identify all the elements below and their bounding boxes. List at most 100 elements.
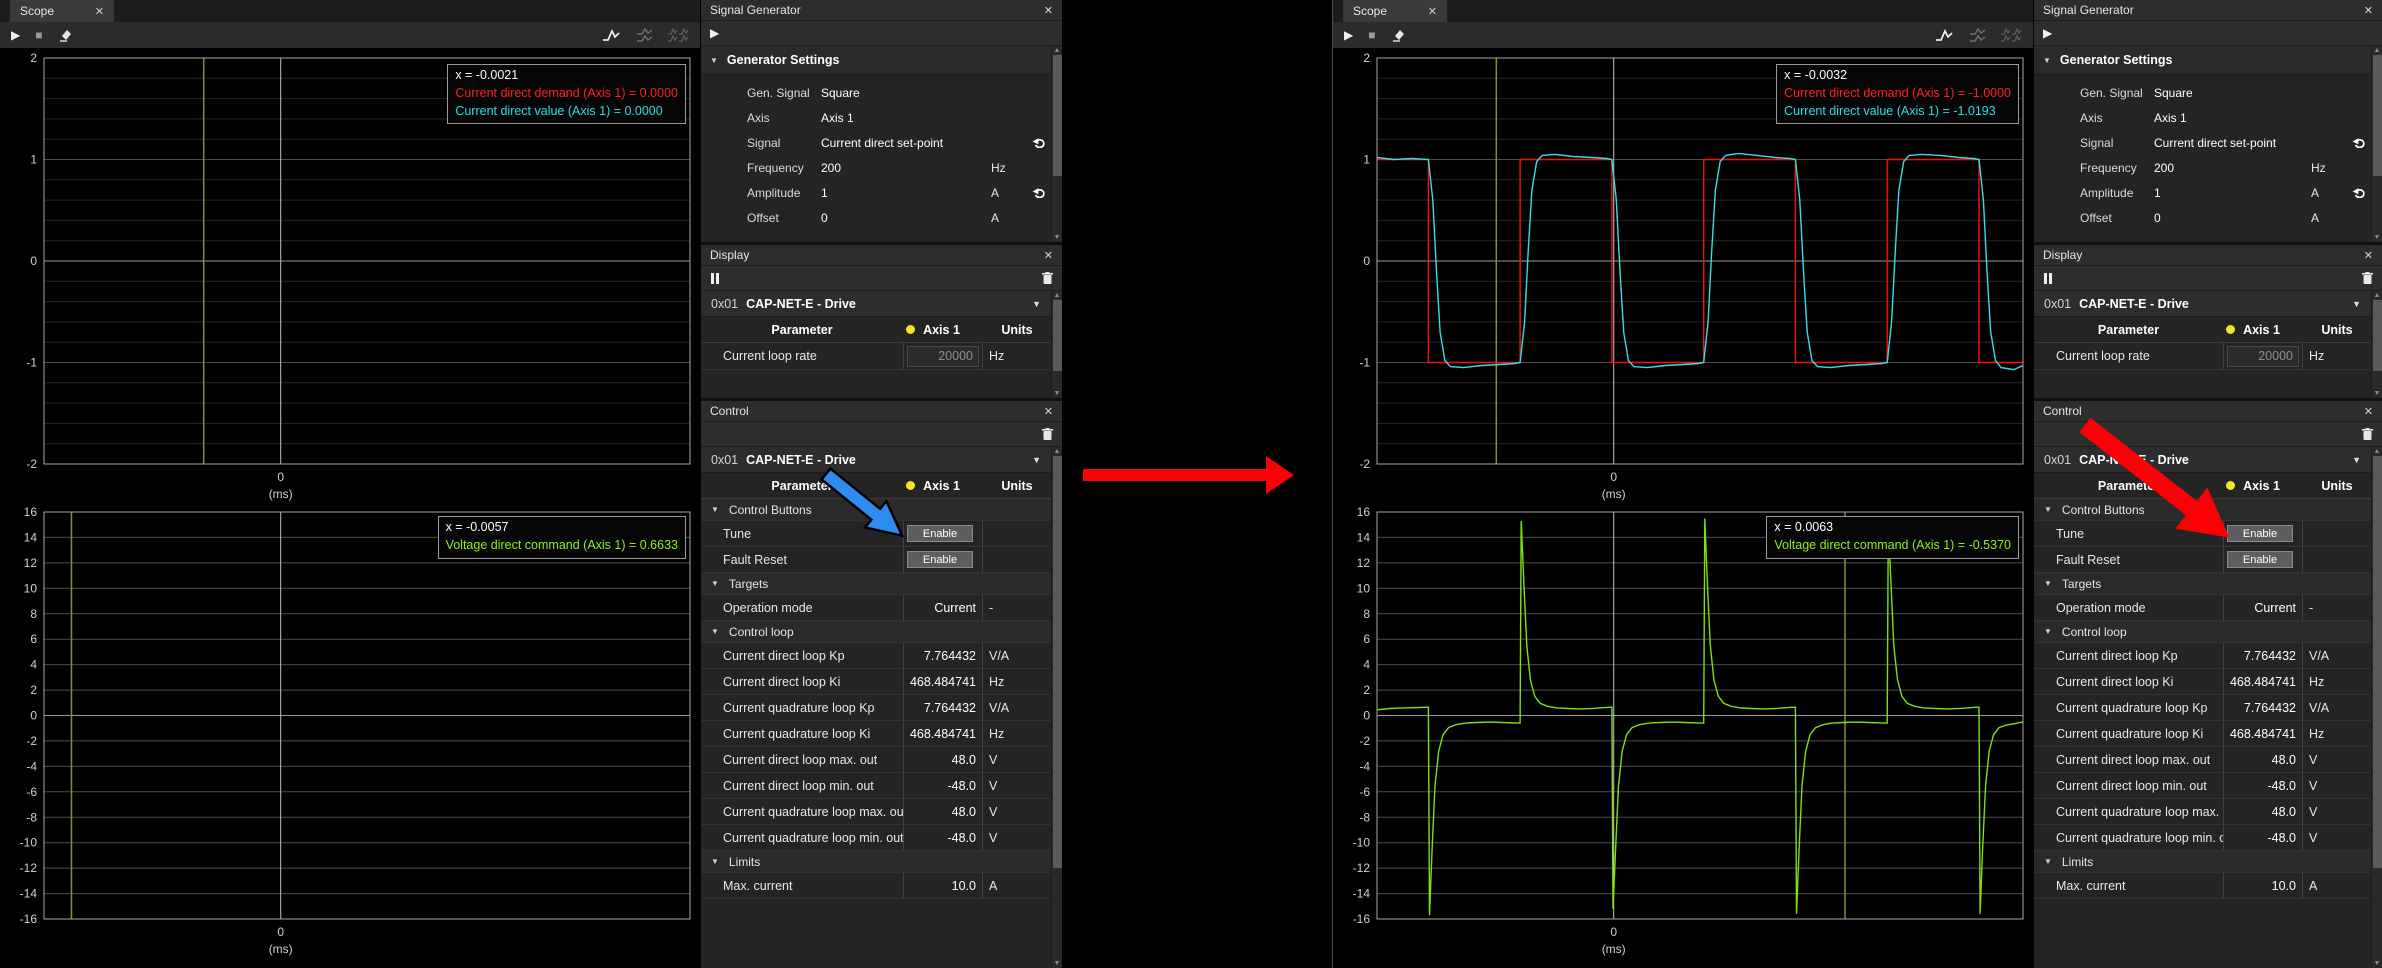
setting-value[interactable]: Square <box>2154 86 2311 100</box>
scroll-down-icon[interactable]: ▼ <box>2374 234 2381 241</box>
single-plot-icon[interactable] <box>1934 28 1954 43</box>
fault-reset-enable-button[interactable]: Enable <box>2227 551 2293 568</box>
single-plot-icon[interactable] <box>601 28 621 43</box>
setting-value[interactable]: Current direct set-point <box>821 136 991 150</box>
clear-plot-icon[interactable] <box>57 28 72 42</box>
undo-icon[interactable] <box>2352 187 2366 198</box>
trash-icon[interactable] <box>2362 272 2373 284</box>
axis-color-dot[interactable] <box>906 481 915 490</box>
close-icon[interactable]: ✕ <box>1044 405 1053 418</box>
stop-icon[interactable]: ■ <box>35 28 42 42</box>
tune-enable-button[interactable]: Enable <box>907 525 973 542</box>
param-value[interactable]: 48.0 <box>2272 805 2296 819</box>
voltage-plot[interactable]: -16-14-12-10-8-6-4-202468101214160(ms) <box>1333 506 2033 967</box>
trash-icon[interactable] <box>1042 272 1053 284</box>
section-control-loop[interactable]: ▼Control loop <box>701 621 1051 643</box>
param-value[interactable]: 7.764432 <box>924 649 976 663</box>
scroll-down-icon[interactable]: ▼ <box>1054 390 1061 397</box>
param-value[interactable]: 7.764432 <box>2244 649 2296 663</box>
tab-close-icon[interactable]: ✕ <box>95 5 104 18</box>
param-value[interactable]: 468.484741 <box>2230 727 2296 741</box>
trash-icon[interactable] <box>2362 428 2373 440</box>
close-icon[interactable]: ✕ <box>1044 249 1053 262</box>
section-targets[interactable]: ▼Targets <box>2034 573 2371 595</box>
setting-value[interactable]: 0 <box>2154 211 2311 225</box>
section-limits[interactable]: ▼Limits <box>701 851 1051 873</box>
scrollbar[interactable]: ▲▼ <box>2371 447 2382 968</box>
generator-start-icon[interactable]: ▶ <box>710 26 719 40</box>
param-value[interactable]: 468.484741 <box>910 727 976 741</box>
scrollbar[interactable]: ▲▼ <box>1051 291 1062 398</box>
scroll-down-icon[interactable]: ▼ <box>1054 234 1061 241</box>
param-value[interactable]: 468.484741 <box>2230 675 2296 689</box>
scrollbar[interactable]: ▲▼ <box>2371 291 2382 398</box>
axis-color-dot[interactable] <box>2226 325 2235 334</box>
play-icon[interactable]: ▶ <box>1344 28 1353 42</box>
quad-plot-icon[interactable] <box>667 28 689 43</box>
scroll-down-icon[interactable]: ▼ <box>2374 390 2381 397</box>
setting-value[interactable]: 0 <box>821 211 991 225</box>
param-value[interactable]: Current <box>2254 601 2296 615</box>
param-value[interactable]: -48.0 <box>2268 779 2297 793</box>
fault-reset-enable-button[interactable]: Enable <box>907 551 973 568</box>
tab-scope[interactable]: Scope ✕ <box>1343 0 1447 22</box>
clear-plot-icon[interactable] <box>1390 28 1405 42</box>
pause-icon[interactable] <box>710 273 720 284</box>
param-value[interactable]: Current <box>934 601 976 615</box>
section-limits[interactable]: ▼Limits <box>2034 851 2371 873</box>
setting-value[interactable]: Axis 1 <box>821 111 991 125</box>
setting-value[interactable]: 1 <box>821 186 991 200</box>
param-value[interactable]: 10.0 <box>952 879 976 893</box>
setting-value[interactable]: 1 <box>2154 186 2311 200</box>
scroll-down-icon[interactable]: ▼ <box>1054 960 1061 967</box>
trash-icon[interactable] <box>1042 428 1053 440</box>
tab-scope[interactable]: Scope ✕ <box>10 0 114 22</box>
scroll-up-icon[interactable]: ▲ <box>1054 47 1061 54</box>
section-control-buttons[interactable]: ▼Control Buttons <box>701 499 1051 521</box>
device-selector[interactable]: 0x01CAP-NET-E - Drive▼ <box>2034 291 2371 317</box>
stop-icon[interactable]: ■ <box>1368 28 1375 42</box>
undo-icon[interactable] <box>2352 137 2366 148</box>
setting-value[interactable]: 200 <box>821 161 991 175</box>
setting-value[interactable]: Current direct set-point <box>2154 136 2311 150</box>
axis-color-dot[interactable] <box>906 325 915 334</box>
tab-close-icon[interactable]: ✕ <box>1428 5 1437 18</box>
scroll-up-icon[interactable]: ▲ <box>2374 47 2381 54</box>
param-value[interactable]: 48.0 <box>952 805 976 819</box>
generator-start-icon[interactable]: ▶ <box>2043 26 2052 40</box>
param-value[interactable]: -48.0 <box>2268 831 2297 845</box>
undo-icon[interactable] <box>1032 187 1046 198</box>
scroll-up-icon[interactable]: ▲ <box>2374 448 2381 455</box>
scroll-down-icon[interactable]: ▼ <box>2374 960 2381 967</box>
param-value[interactable]: -48.0 <box>948 779 977 793</box>
param-value[interactable]: 7.764432 <box>924 701 976 715</box>
voltage-plot[interactable]: -16-14-12-10-8-6-4-202468101214160(ms) <box>0 506 700 967</box>
dual-plot-icon[interactable] <box>634 28 654 43</box>
section-control-buttons[interactable]: ▼Control Buttons <box>2034 499 2371 521</box>
generator-settings-section[interactable]: ▼Generator Settings <box>2034 46 2371 75</box>
quad-plot-icon[interactable] <box>2000 28 2022 43</box>
close-icon[interactable]: ✕ <box>1044 4 1053 17</box>
play-icon[interactable]: ▶ <box>11 28 20 42</box>
section-control-loop[interactable]: ▼Control loop <box>2034 621 2371 643</box>
tune-enable-button[interactable]: Enable <box>2227 525 2293 542</box>
setting-value[interactable]: 200 <box>2154 161 2311 175</box>
device-selector[interactable]: 0x01CAP-NET-E - Drive▼ <box>701 447 1051 473</box>
param-value[interactable]: 468.484741 <box>910 675 976 689</box>
close-icon[interactable]: ✕ <box>2364 405 2373 418</box>
param-value[interactable]: 7.764432 <box>2244 701 2296 715</box>
scroll-up-icon[interactable]: ▲ <box>1054 448 1061 455</box>
param-value[interactable]: 48.0 <box>2272 753 2296 767</box>
device-selector[interactable]: 0x01CAP-NET-E - Drive▼ <box>2034 447 2371 473</box>
param-value[interactable]: -48.0 <box>948 831 977 845</box>
device-selector[interactable]: 0x01CAP-NET-E - Drive▼ <box>701 291 1051 317</box>
scroll-up-icon[interactable]: ▲ <box>2374 292 2381 299</box>
scroll-up-icon[interactable]: ▲ <box>1054 292 1061 299</box>
setting-value[interactable]: Square <box>821 86 991 100</box>
pause-icon[interactable] <box>2043 273 2053 284</box>
param-value[interactable]: 10.0 <box>2272 879 2296 893</box>
setting-value[interactable]: Axis 1 <box>2154 111 2311 125</box>
scrollbar[interactable]: ▲▼ <box>1051 46 1062 242</box>
close-icon[interactable]: ✕ <box>2364 249 2373 262</box>
generator-settings-section[interactable]: ▼Generator Settings <box>701 46 1051 75</box>
